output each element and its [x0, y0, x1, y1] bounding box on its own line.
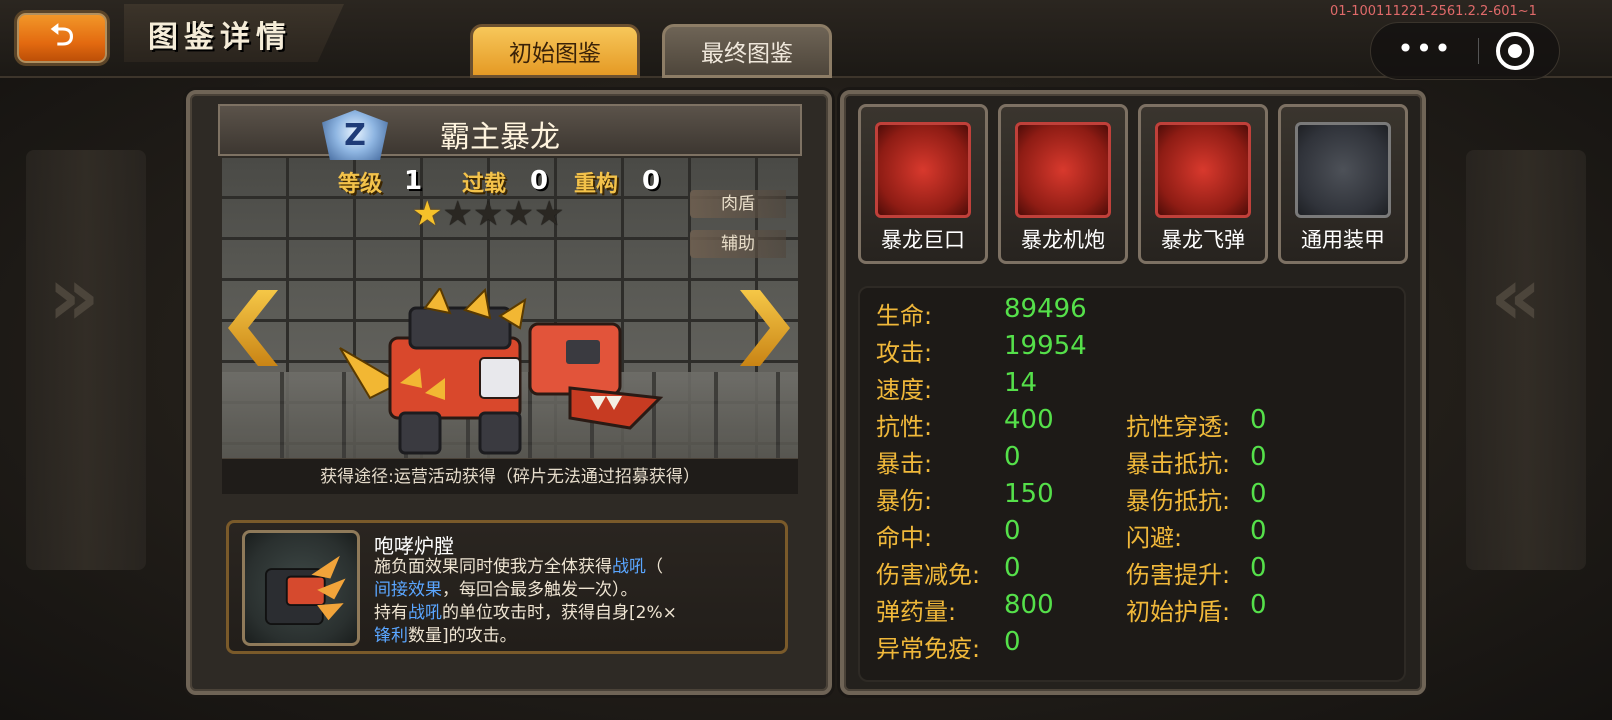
stat-label-crit-res: 暴击抵抗: — [1126, 450, 1231, 478]
return-arrow-icon: ⮌ — [49, 17, 75, 53]
skill-desc-text: ，每回合最多触发一次）。 — [442, 580, 638, 600]
dino-jaw-icon[interactable] — [875, 122, 971, 218]
tab-final-codex[interactable]: 最终图鉴 — [662, 24, 832, 78]
stat-value-hit: 0 — [1004, 516, 1021, 546]
skill-description: 施负面效果同时使我方全体获得战吼（ 间接效果，每回合最多触发一次）。 持有战吼的… — [374, 556, 774, 648]
equip-label-armor: 通用装甲 — [1301, 228, 1385, 252]
stat-label-immunity: 异常免疫: — [876, 635, 981, 663]
stat-value-dmg-reduction: 0 — [1004, 553, 1021, 583]
stat-value-crit-dmg-res: 0 — [1250, 479, 1267, 509]
stat-value-crit-dmg: 150 — [1004, 479, 1054, 509]
skill-desc-text: （ — [646, 557, 663, 577]
stat-value-crit-res: 0 — [1250, 442, 1267, 472]
skill-desc-text: 数量]的攻击。 — [408, 626, 517, 646]
stat-label-ammo: 弹药量: — [876, 598, 957, 626]
unit-name: 霸主暴龙 — [440, 120, 560, 155]
stat-label-res-pen: 抗性穿透: — [1126, 413, 1231, 441]
stat-value-hp: 89496 — [1004, 294, 1087, 324]
skill-claw-icon[interactable] — [242, 530, 360, 646]
stat-value-atk: 19954 — [1004, 331, 1087, 361]
acquisition-source: 获得途径:运营活动获得（碎片无法通过招募获得） — [222, 458, 798, 494]
stat-label-crit: 暴击: — [876, 450, 933, 478]
stat-label-hit: 命中: — [876, 524, 933, 552]
skill-name: 咆哮炉膛 — [374, 534, 454, 558]
stat-value-shield: 0 — [1250, 590, 1267, 620]
overload-value: 0 — [530, 166, 549, 196]
close-target-icon[interactable] — [1496, 32, 1534, 70]
skill-keyword-indirect[interactable]: 间接效果 — [374, 580, 442, 600]
stat-value-crit: 0 — [1004, 442, 1021, 472]
stat-value-res-pen: 0 — [1250, 405, 1267, 435]
capsule-divider — [1478, 38, 1479, 64]
stat-label-dodge: 闪避: — [1126, 524, 1183, 552]
stat-label-res: 抗性: — [876, 413, 933, 441]
stat-label-crit-dmg-res: 暴伤抵抗: — [1126, 487, 1231, 515]
skill-keyword-sharp[interactable]: 锋利 — [374, 626, 408, 646]
skill-keyword-roar[interactable]: 战吼 — [408, 603, 442, 623]
stat-value-ammo: 800 — [1004, 590, 1054, 620]
stat-value-dodge: 0 — [1250, 516, 1267, 546]
rebuild-label: 重构 — [574, 172, 619, 197]
skill-desc-text: 施负面效果同时使我方全体获得 — [374, 557, 612, 577]
equip-label-jaw: 暴龙巨口 — [881, 228, 965, 252]
equip-label-cannon: 暴龙机炮 — [1021, 228, 1105, 252]
star-empty-icon: ★ — [472, 194, 504, 234]
level-label: 等级 — [338, 172, 383, 197]
stat-label-dmg-reduction: 伤害减免: — [876, 561, 981, 589]
background-panel-right — [1466, 150, 1586, 570]
rebuild-value: 0 — [642, 166, 661, 196]
star-filled-icon: ★ — [412, 194, 443, 234]
stat-label-atk: 攻击: — [876, 339, 933, 367]
version-string: 01-100111221-2561.2.2-601~1 — [1330, 4, 1537, 19]
tyrannosaur-mech-illustration — [339, 288, 664, 455]
back-button[interactable]: ⮌ — [14, 10, 110, 66]
more-dots-icon[interactable]: ••• — [1390, 32, 1460, 70]
skill-desc-text: 持有 — [374, 603, 408, 623]
star-empty-icon: ★ — [503, 194, 534, 234]
star-empty-icon: ★ — [533, 194, 565, 234]
star-rating: ★★★★★ — [412, 196, 564, 232]
dino-cannon-icon[interactable] — [1015, 122, 1111, 218]
stat-value-immunity: 0 — [1004, 627, 1021, 657]
background-panel-left — [26, 150, 146, 570]
stat-label-spd: 速度: — [876, 376, 933, 404]
stat-value-dmg-boost: 0 — [1250, 553, 1267, 583]
role-tag-tank: 肉盾 — [690, 190, 786, 218]
equip-label-missile: 暴龙飞弹 — [1161, 228, 1245, 252]
stat-label-crit-dmg: 暴伤: — [876, 487, 933, 515]
stat-label-shield: 初始护盾: — [1126, 598, 1231, 626]
background-chevron-right-icon: « — [1490, 250, 1542, 343]
role-tag-support: 辅助 — [690, 230, 786, 258]
stat-label-dmg-boost: 伤害提升: — [1126, 561, 1231, 589]
skill-keyword-roar[interactable]: 战吼 — [612, 557, 646, 577]
skill-desc-text: 的单位攻击时，获得自身[2%× — [442, 603, 677, 623]
star-empty-icon: ★ — [442, 194, 473, 234]
stat-value-spd: 14 — [1004, 368, 1038, 398]
tab-initial-codex[interactable]: 初始图鉴 — [470, 24, 640, 78]
page-title: 图鉴详情 — [148, 20, 292, 55]
stat-label-hp: 生命: — [876, 302, 933, 330]
stat-value-res: 400 — [1004, 405, 1054, 435]
dino-missile-icon[interactable] — [1155, 122, 1251, 218]
level-value: 1 — [404, 166, 423, 196]
armor-plate-icon[interactable] — [1295, 122, 1391, 218]
background-chevron-left-icon: » — [48, 250, 100, 343]
